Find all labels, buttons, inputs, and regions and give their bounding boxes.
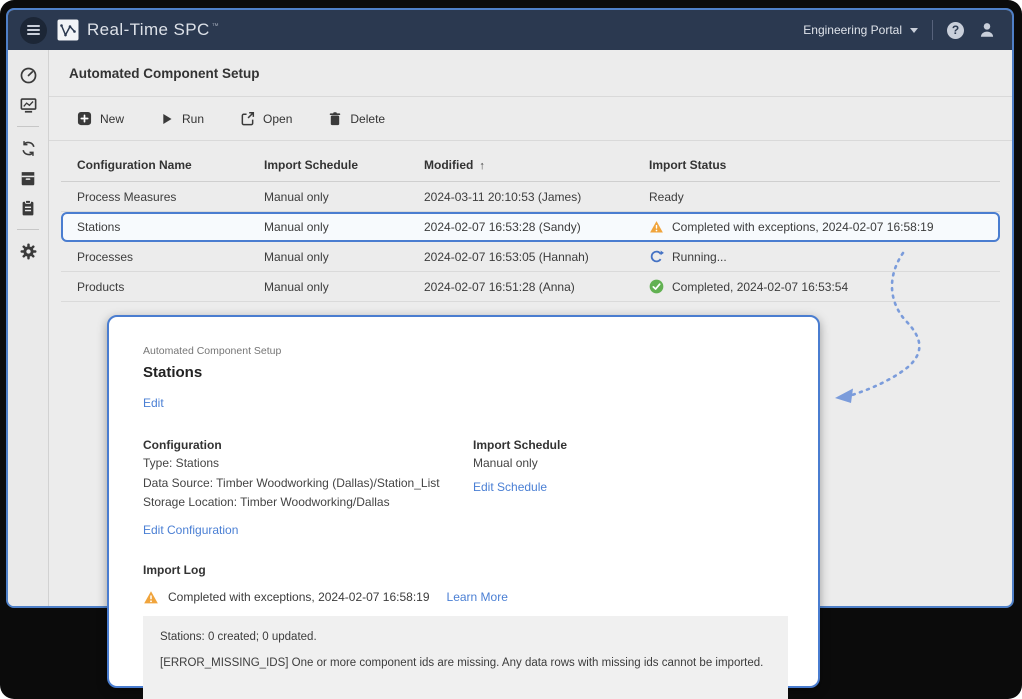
configuration-heading: Configuration	[143, 438, 473, 452]
breadcrumb: Automated Component Setup	[143, 345, 784, 357]
import-log-heading: Import Log	[143, 563, 784, 577]
open-external-icon	[240, 111, 255, 126]
import-schedule-value: Manual only	[473, 456, 567, 472]
open-button[interactable]: Open	[240, 111, 292, 126]
configuration-storage-location: Storage Location: Timber Woodworking/Dal…	[143, 495, 473, 511]
sidebar-divider	[17, 229, 39, 230]
sync-running-icon	[649, 249, 664, 264]
status-text: Running...	[672, 250, 727, 264]
portal-dropdown[interactable]: Engineering Portal	[803, 23, 918, 37]
status-text: Completed, 2024-02-07 16:53:54	[672, 280, 848, 294]
plus-square-icon	[77, 111, 92, 126]
sidebar	[8, 50, 49, 606]
hamburger-icon	[27, 25, 40, 27]
play-icon	[160, 112, 174, 126]
sidebar-item-sync[interactable]	[13, 133, 43, 163]
table-row[interactable]: Process Measures Manual only 2024-03-11 …	[61, 182, 1000, 212]
learn-more-link[interactable]: Learn More	[447, 590, 508, 604]
app-title: Real-Time SPC™	[87, 20, 219, 40]
sidebar-divider	[17, 126, 39, 127]
new-button[interactable]: New	[77, 111, 124, 126]
detail-panel: Automated Component Setup Stations Edit …	[107, 315, 820, 688]
chevron-down-icon	[910, 28, 918, 33]
sync-icon	[19, 139, 38, 158]
configuration-type: Type: Stations	[143, 456, 473, 472]
import-log-status-row: Completed with exceptions, 2024-02-07 16…	[143, 590, 784, 605]
portal-label: Engineering Portal	[803, 23, 902, 37]
trash-icon	[328, 111, 342, 126]
delete-button[interactable]: Delete	[328, 111, 385, 126]
help-button[interactable]: ?	[947, 22, 964, 39]
import-schedule-section: Import Schedule Manual only Edit Schedul…	[473, 438, 567, 539]
person-icon	[978, 21, 996, 39]
user-button[interactable]	[978, 21, 996, 39]
edit-configuration-link[interactable]: Edit Configuration	[143, 523, 238, 537]
menu-button[interactable]	[20, 17, 47, 44]
warning-triangle-icon	[649, 220, 664, 234]
monitor-chart-icon	[19, 96, 38, 115]
configuration-data-source: Data Source: Timber Woodworking (Dallas)…	[143, 476, 473, 492]
edit-link[interactable]: Edit	[143, 396, 164, 410]
status-text: Completed with exceptions, 2024-02-07 16…	[672, 220, 934, 234]
clipboard-icon	[19, 199, 37, 217]
screenshot-frame: Real-Time SPC™ Engineering Portal ?	[0, 0, 1022, 699]
panel-title: Stations	[143, 364, 784, 381]
configuration-section: Configuration Type: Stations Data Source…	[143, 438, 473, 539]
sidebar-item-dashboard[interactable]	[13, 60, 43, 90]
status-text: Ready	[649, 190, 684, 204]
archive-box-icon	[19, 169, 37, 187]
sidebar-item-charts[interactable]	[13, 90, 43, 120]
column-header-import-status[interactable]: Import Status	[649, 158, 1000, 172]
table-row[interactable]: Products Manual only 2024-02-07 16:51:28…	[61, 272, 1000, 302]
log-line: Stations: 0 created; 0 updated.	[160, 631, 771, 643]
app-header: Real-Time SPC™ Engineering Portal ?	[8, 10, 1012, 50]
sidebar-item-settings[interactable]	[13, 236, 43, 266]
column-header-configuration-name[interactable]: Configuration Name	[77, 158, 264, 172]
edit-schedule-link[interactable]: Edit Schedule	[473, 480, 547, 494]
warning-triangle-icon	[143, 590, 159, 605]
run-button[interactable]: Run	[160, 112, 204, 126]
app-logo-icon	[57, 19, 79, 41]
import-log-status: Completed with exceptions, 2024-02-07 16…	[168, 590, 430, 604]
gauge-icon	[19, 66, 38, 85]
import-log-output: Stations: 0 created; 0 updated. [ERROR_M…	[143, 616, 788, 699]
column-header-import-schedule[interactable]: Import Schedule	[264, 158, 424, 172]
table-row[interactable]: Processes Manual only 2024-02-07 16:53:0…	[61, 242, 1000, 272]
import-schedule-heading: Import Schedule	[473, 438, 567, 452]
header-divider	[932, 20, 933, 40]
log-line: [ERROR_MISSING_IDS] One or more componen…	[160, 657, 771, 669]
column-header-modified[interactable]: Modified↑	[424, 158, 649, 172]
check-circle-icon	[649, 279, 664, 294]
table-row-selected[interactable]: Stations Manual only 2024-02-07 16:53:28…	[61, 212, 1000, 242]
question-mark-icon: ?	[952, 23, 959, 37]
trademark: ™	[212, 23, 219, 30]
page-title: Automated Component Setup	[49, 50, 1012, 97]
gear-icon	[19, 242, 38, 261]
sidebar-item-tasks[interactable]	[13, 193, 43, 223]
toolbar: New Run Open Delete	[49, 97, 1012, 141]
sidebar-item-storage[interactable]	[13, 163, 43, 193]
sort-ascending-icon: ↑	[479, 160, 485, 172]
table-header: Configuration Name Import Schedule Modif…	[61, 149, 1000, 182]
configurations-table: Configuration Name Import Schedule Modif…	[61, 149, 1000, 302]
